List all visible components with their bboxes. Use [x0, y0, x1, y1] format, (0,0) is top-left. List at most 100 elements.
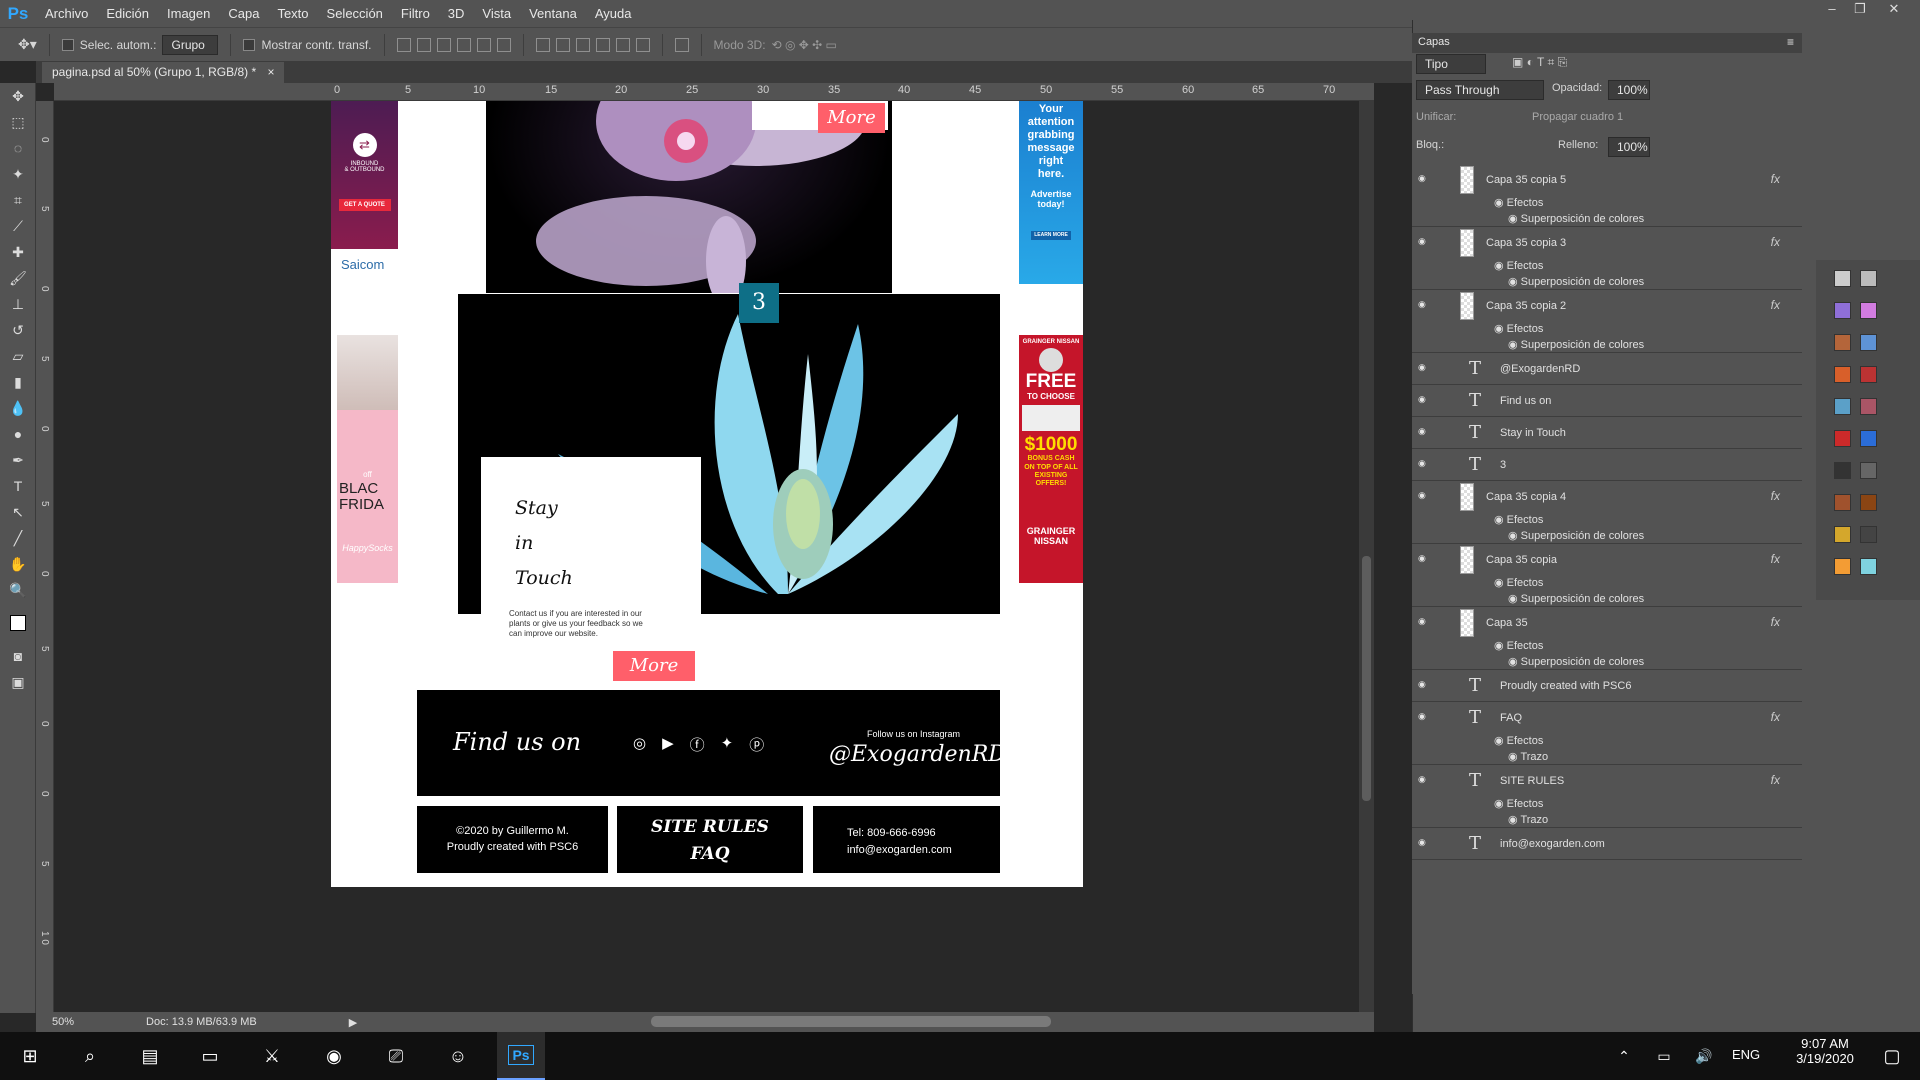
site-rules-link[interactable]: SITE RULES [617, 814, 803, 841]
visibility-eye-icon[interactable]: ◉ [1418, 236, 1432, 246]
layer-name[interactable]: Stay in Touch [1500, 427, 1566, 439]
auto-align-icon[interactable] [674, 37, 689, 52]
visibility-eye-icon[interactable]: ◉ [1418, 711, 1432, 721]
move-tool-icon[interactable]: ✥ [0, 83, 36, 109]
layer-name[interactable]: Capa 35 copia 3 [1486, 237, 1566, 249]
layer-name[interactable]: SITE RULES [1500, 775, 1564, 787]
eraser-tool-icon[interactable]: ▱ [0, 343, 36, 369]
style-swatch[interactable] [1860, 334, 1877, 351]
layer-row[interactable]: ◉ Capa 35 copia fx ◉ Efectos ◉ Superposición… [1412, 544, 1802, 607]
style-swatch[interactable] [1860, 302, 1877, 319]
distribute-bottom-icon[interactable] [575, 37, 590, 52]
gradient-tool-icon[interactable]: ▮ [0, 369, 36, 395]
menu-seleccion[interactable]: Selección [318, 0, 392, 27]
visibility-eye-icon[interactable]: ◉ [1418, 616, 1432, 626]
layers-list[interactable]: ◉ Capa 35 copia 5 fx ◉ Efectos ◉ Superposici… [1412, 164, 1802, 994]
minimize-icon[interactable]: – [1818, 0, 1846, 18]
visibility-eye-icon[interactable]: ◉ [1418, 458, 1432, 468]
volume-icon[interactable]: 🔊 [1680, 1032, 1728, 1080]
layer-row[interactable]: ◉ T FAQ fx ◉ Efectos ◉ Trazo [1412, 702, 1802, 765]
layer-filter-dropdown[interactable]: Tipo [1416, 54, 1486, 74]
file-explorer-icon[interactable]: ▭ [186, 1032, 234, 1080]
discord-icon[interactable]: ☺ [434, 1032, 482, 1080]
effects-label[interactable]: ◉ Efectos [1494, 513, 1543, 526]
layer-row[interactable]: ◉ Capa 35 copia 2 fx ◉ Efectos ◉ Superposici… [1412, 290, 1802, 353]
style-swatch[interactable] [1860, 462, 1877, 479]
effects-label[interactable]: ◉ Efectos [1494, 576, 1543, 589]
move-tool-icon[interactable]: ✥▾ [18, 36, 37, 53]
align-hcenter-icon[interactable] [476, 37, 491, 52]
facebook-icon[interactable]: ⓕ [690, 734, 705, 755]
layer-row[interactable]: ◉ Capa 35 copia 4 fx ◉ Efectos ◉ Superposici… [1412, 481, 1802, 544]
style-swatch[interactable] [1834, 558, 1851, 575]
line-tool-icon[interactable]: ╱ [0, 525, 36, 551]
photoshop-taskbar-icon[interactable]: Ps [497, 1032, 545, 1080]
stamp-tool-icon[interactable]: ⊥ [0, 291, 36, 317]
screen-mode-icon[interactable]: ▣ [0, 669, 36, 695]
menu-texto[interactable]: Texto [268, 0, 317, 27]
menu-filtro[interactable]: Filtro [392, 0, 439, 27]
effect-item[interactable]: ◉ Trazo [1508, 750, 1548, 763]
style-swatch[interactable] [1834, 398, 1851, 415]
layer-row[interactable]: ◉ T @ExogardenRD [1412, 353, 1802, 385]
layer-name[interactable]: FAQ [1500, 712, 1522, 724]
fx-icon[interactable]: fx [1771, 172, 1780, 186]
distribute-vcenter-icon[interactable] [555, 37, 570, 52]
task-view-icon[interactable]: ▤ [126, 1032, 174, 1080]
layer-row[interactable]: ◉ Capa 35 fx ◉ Efectos ◉ Superposición de co… [1412, 607, 1802, 670]
style-swatch[interactable] [1834, 270, 1851, 287]
layer-row[interactable]: ◉ Capa 35 copia 5 fx ◉ Efectos ◉ Superposici… [1412, 164, 1802, 227]
layer-row[interactable]: ◉ T Stay in Touch [1412, 417, 1802, 449]
chrome-icon[interactable]: ◉ [310, 1032, 358, 1080]
search-icon[interactable]: ⌕ [66, 1032, 114, 1080]
crop-tool-icon[interactable]: ⌗ [0, 187, 36, 213]
distribute-right-icon[interactable] [635, 37, 650, 52]
align-top-icon[interactable] [396, 37, 411, 52]
menu-ayuda[interactable]: Ayuda [586, 0, 641, 27]
effects-label[interactable]: ◉ Efectos [1494, 196, 1543, 209]
dodge-tool-icon[interactable]: ● [0, 421, 36, 447]
layer-name[interactable]: Capa 35 copia 4 [1486, 491, 1566, 503]
style-swatch[interactable] [1834, 430, 1851, 447]
status-arrow-icon[interactable]: ▶ [349, 1016, 357, 1029]
layer-row[interactable]: ◉ T Find us on [1412, 385, 1802, 417]
color-swatches-icon[interactable] [0, 603, 36, 643]
document-page[interactable]: ⇄ INBOUND & OUTBOUND GET A QUOTE Saicom … [331, 101, 1083, 887]
vertical-scrollbar[interactable] [1359, 101, 1374, 1016]
menu-edicion[interactable]: Edición [97, 0, 158, 27]
instagram-handle[interactable]: @ExogardenRD [829, 742, 1006, 767]
type-tool-icon[interactable]: T [0, 473, 36, 499]
align-bottom-icon[interactable] [436, 37, 451, 52]
fx-icon[interactable]: fx [1771, 710, 1780, 724]
visibility-eye-icon[interactable]: ◉ [1418, 679, 1432, 689]
fx-icon[interactable]: fx [1771, 773, 1780, 787]
visibility-eye-icon[interactable]: ◉ [1418, 553, 1432, 563]
youtube-icon[interactable]: ▶ [662, 734, 674, 755]
layer-row[interactable]: ◉ T 3 [1412, 449, 1802, 481]
more-button-top[interactable]: More [818, 103, 885, 133]
effect-item[interactable]: ◉ Superposición de colores [1508, 338, 1644, 351]
visibility-eye-icon[interactable]: ◉ [1418, 426, 1432, 436]
effect-item[interactable]: ◉ Superposición de colores [1508, 529, 1644, 542]
notifications-icon[interactable]: ▢ [1868, 1032, 1916, 1080]
menu-imagen[interactable]: Imagen [158, 0, 219, 27]
layer-row[interactable]: ◉ Capa 35 copia 3 fx ◉ Efectos ◉ Superposici… [1412, 227, 1802, 290]
layer-name[interactable]: Find us on [1500, 395, 1551, 407]
scroll-thumb[interactable] [1362, 556, 1371, 801]
menu-vista[interactable]: Vista [473, 0, 520, 27]
eyedropper-icon[interactable]: ⟋ [0, 213, 36, 239]
distribute-left-icon[interactable] [595, 37, 610, 52]
menu-3d[interactable]: 3D [439, 0, 474, 27]
effects-label[interactable]: ◉ Efectos [1494, 259, 1543, 272]
zoom-tool-icon[interactable]: 🔍 [0, 577, 36, 603]
history-brush-icon[interactable]: ↺ [0, 317, 36, 343]
league-icon[interactable]: ⚔ [248, 1032, 296, 1080]
style-swatch[interactable] [1834, 462, 1851, 479]
more-button-bottom[interactable]: More [613, 651, 695, 681]
distribute-hcenter-icon[interactable] [615, 37, 630, 52]
layer-name[interactable]: Capa 35 [1486, 617, 1528, 629]
clock[interactable]: 9:07 AM 3/19/2020 [1780, 1036, 1870, 1066]
blur-tool-icon[interactable]: 💧 [0, 395, 36, 421]
layer-name[interactable]: Capa 35 copia 5 [1486, 174, 1566, 186]
close-tab-icon[interactable]: × [267, 65, 274, 79]
